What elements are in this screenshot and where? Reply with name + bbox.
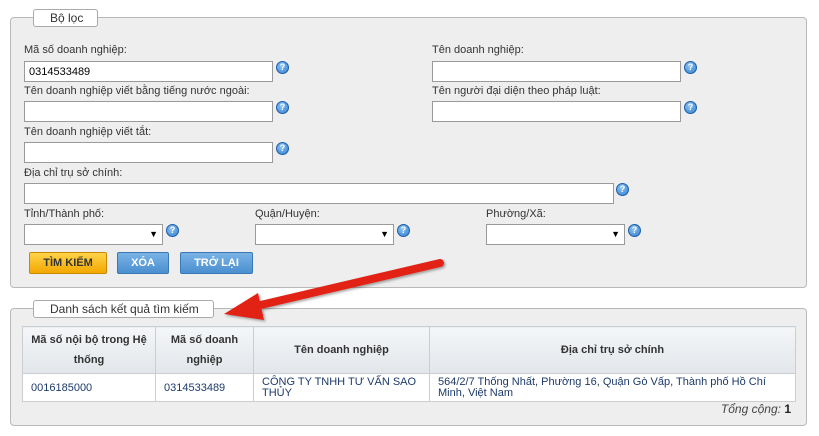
tax-code-label: Mã số doanh nghiệp: <box>24 44 127 56</box>
column-header: Địa chỉ trụ sở chính <box>429 326 796 374</box>
foreign-name-input[interactable] <box>24 101 273 122</box>
company-name-input[interactable] <box>432 61 681 82</box>
column-header: Mã số doanh nghiệp <box>155 326 254 374</box>
back-button[interactable]: TRỞ LẠI <box>180 252 253 274</box>
results-table: Mã số nội bộ trong Hệ thống Mã số doanh … <box>22 326 796 402</box>
chevron-down-icon: ▼ <box>149 229 158 239</box>
chevron-down-icon: ▼ <box>380 229 389 239</box>
province-label: Tỉnh/Thành phố: <box>24 208 105 220</box>
district-label: Quận/Huyện: <box>255 208 320 220</box>
district-select[interactable]: ▼ <box>255 224 394 245</box>
tax-code-cell: 0314533489 <box>155 373 254 402</box>
clear-button[interactable]: XÓA <box>117 252 169 274</box>
help-icon[interactable]: ? <box>276 101 289 114</box>
table-header-row: Mã số nội bộ trong Hệ thống Mã số doanh … <box>22 326 796 374</box>
foreign-name-label: Tên doanh nghiệp viết bằng tiếng nước ng… <box>24 85 250 97</box>
search-button[interactable]: TÌM KIẾM <box>29 252 107 274</box>
company-name-cell[interactable]: CÔNG TY TNHH TƯ VẤN SAO THỦY <box>253 373 430 402</box>
results-legend: Danh sách kết quả tìm kiếm <box>33 300 214 318</box>
ward-select[interactable]: ▼ <box>486 224 625 245</box>
address-label: Địa chỉ trụ sở chính: <box>24 167 123 179</box>
total-label: Tổng cộng: <box>720 402 781 416</box>
help-icon[interactable]: ? <box>276 142 289 155</box>
filter-legend: Bộ lọc <box>33 9 99 27</box>
column-header: Mã số nội bộ trong Hệ thống <box>22 326 156 374</box>
help-icon[interactable]: ? <box>397 224 410 237</box>
tax-code-input[interactable] <box>24 61 273 82</box>
legal-rep-input[interactable] <box>432 101 681 122</box>
address-cell: 564/2/7 Thống Nhất, Phường 16, Quận Gò V… <box>429 373 796 402</box>
table-row[interactable]: 0016185000 0314533489 CÔNG TY TNHH TƯ VẤ… <box>22 373 796 402</box>
short-name-label: Tên doanh nghiệp viết tắt: <box>24 126 152 138</box>
address-input[interactable] <box>24 183 614 204</box>
help-icon[interactable]: ? <box>276 61 289 74</box>
help-icon[interactable]: ? <box>684 61 697 74</box>
help-icon[interactable]: ? <box>628 224 641 237</box>
company-name-label: Tên doanh nghiệp: <box>432 44 524 56</box>
province-select[interactable]: ▼ <box>24 224 163 245</box>
short-name-input[interactable] <box>24 142 273 163</box>
help-icon[interactable]: ? <box>684 101 697 114</box>
internal-id-cell: 0016185000 <box>22 373 156 402</box>
help-icon[interactable]: ? <box>616 183 629 196</box>
ward-label: Phường/Xã: <box>486 208 546 220</box>
legal-rep-label: Tên người đại diện theo pháp luật: <box>432 85 601 97</box>
column-header: Tên doanh nghiệp <box>253 326 430 374</box>
chevron-down-icon: ▼ <box>611 229 620 239</box>
total-value: 1 <box>784 402 791 416</box>
help-icon[interactable]: ? <box>166 224 179 237</box>
total-count: Tổng cộng: 1 <box>721 402 791 416</box>
